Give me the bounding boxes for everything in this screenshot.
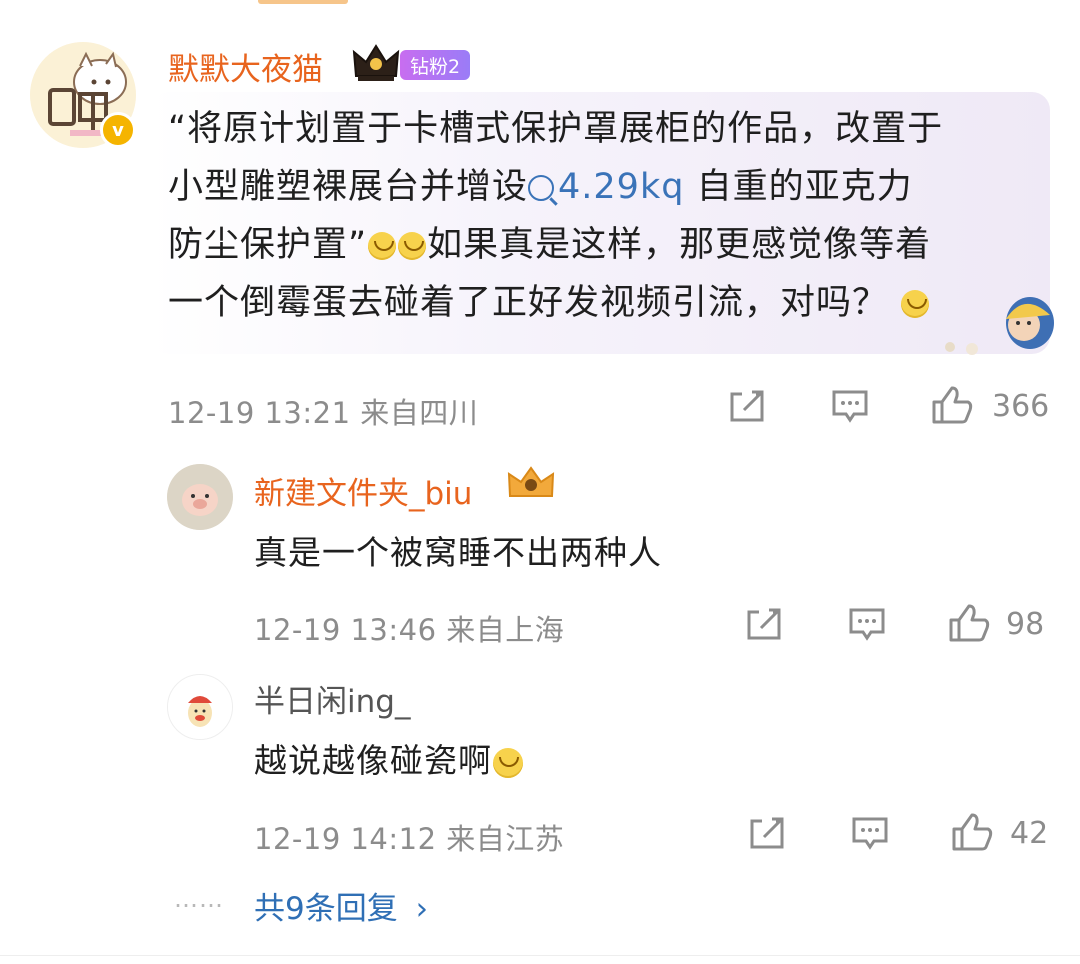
share-icon[interactable] [748, 815, 788, 851]
more-replies-text: 共9条回复 [254, 891, 398, 927]
emoji-icon [398, 232, 427, 260]
comment-line-2: 小型雕塑裸展台并增设 4.29kq 自重的亚克力 [168, 158, 1048, 216]
comment-author[interactable]: 默默大夜猫 [168, 44, 323, 89]
more-replies-link[interactable]: 共9条回复 › [254, 883, 428, 928]
emoji-icon [368, 232, 397, 260]
reply-avatar[interactable] [167, 464, 233, 530]
verified-icon: v [100, 112, 136, 148]
crown-icon [352, 44, 400, 81]
like-count: 366 [992, 389, 1050, 424]
fan-badge: 钻粉2 [400, 50, 471, 80]
comment-icon[interactable] [850, 815, 890, 851]
crown-icon [507, 466, 555, 497]
reply-text-content: 越说越像碰瓷啊 [254, 741, 492, 780]
more-dots: …… [174, 885, 224, 913]
reply-author[interactable]: 新建文件夹_biu [254, 468, 472, 513]
bubble-decoration-icon [945, 297, 1054, 355]
comment-meta: 12-19 13:21 来自四川 [168, 390, 478, 432]
like-icon[interactable] [950, 811, 994, 853]
reply-location: 来自上海 [446, 613, 565, 647]
share-icon[interactable] [745, 606, 785, 642]
comment-line-1: “将原计划置于卡槽式保护罩展柜的作品，改置于 [168, 109, 944, 149]
like-icon[interactable] [930, 384, 974, 426]
bottom-divider [0, 955, 1080, 956]
comment-time: 12-19 13:21 [168, 396, 351, 430]
like-count: 42 [1010, 816, 1049, 851]
comment-text: “将原计划置于卡槽式保护罩展柜的作品，改置于 小型雕塑裸展台并增设 4.29kq … [168, 100, 1048, 332]
reply-meta: 12-19 13:46 来自上海 [254, 607, 564, 649]
search-link-icon [528, 175, 555, 201]
comment-line-2-tail: 自重的亚克力 [696, 167, 913, 207]
comment-line-3: 防尘保护置” 如果真是这样，那更感觉像等着 [168, 216, 1048, 274]
comment-line-2-part: 小型雕塑裸展台并增设 [168, 167, 529, 207]
reply-time: 12-19 13:46 [254, 613, 437, 647]
like-count: 98 [1006, 607, 1045, 642]
reply-location: 来自江苏 [446, 822, 565, 856]
comment-icon[interactable] [830, 388, 870, 424]
comment-line-4: 一个倒霉蛋去碰着了正好发视频引流，对吗？ [168, 274, 1048, 332]
top-tab-indicator [258, 0, 348, 4]
share-icon[interactable] [728, 388, 768, 424]
reply-meta: 12-19 14:12 来自江苏 [254, 816, 564, 858]
reply-text: 越说越像碰瓷啊 [254, 734, 524, 782]
comment-line-3-part: 防尘保护置” [168, 225, 368, 265]
reply-author[interactable]: 半日闲ing_ [254, 676, 410, 721]
reply-time: 12-19 14:12 [254, 822, 437, 856]
comment-icon[interactable] [847, 606, 887, 642]
chevron-right-icon: › [415, 891, 428, 927]
emoji-icon [493, 747, 523, 778]
emoji-icon [901, 290, 930, 318]
comment-location: 来自四川 [360, 396, 479, 430]
weight-link[interactable]: 4.29kq [528, 167, 684, 207]
reply-text: 真是一个被窝睡不出两种人 [254, 533, 662, 572]
top-divider [0, 0, 1080, 6]
weight-link-text: 4.29kq [558, 167, 685, 207]
reply-avatar[interactable] [167, 674, 233, 740]
comment-line-4-part: 一个倒霉蛋去碰着了正好发视频引流，对吗？ [168, 283, 889, 323]
like-icon[interactable] [947, 602, 991, 644]
comment-line-3-tail: 如果真是这样，那更感觉像等着 [427, 225, 932, 265]
